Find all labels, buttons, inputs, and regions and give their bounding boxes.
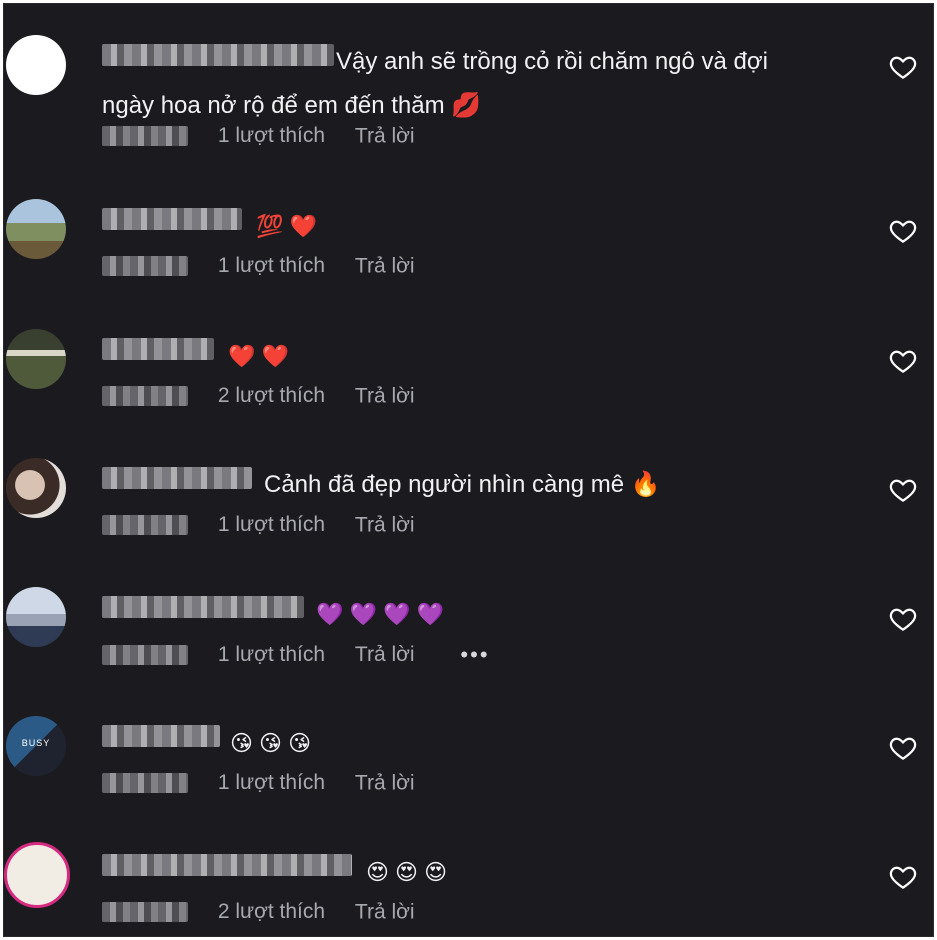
comments-panel: Vậy anh sẽ trồng cỏ rồi chăm ngô và đợi … xyxy=(3,3,934,937)
comment-emojis: ❤️ ❤️ xyxy=(228,343,289,369)
comment-meta: 2 lượt thích Trả lời xyxy=(102,900,415,926)
comment-text-line2: ngày hoa nở rộ để em đến thăm 💋 xyxy=(102,84,832,128)
username-blurred[interactable] xyxy=(102,44,334,66)
heart-icon[interactable] xyxy=(888,733,918,763)
heart-icon[interactable] xyxy=(888,862,918,892)
time-blurred xyxy=(102,515,188,536)
comment-emojis: 💜 💜 💜 💜 xyxy=(316,601,444,627)
username-blurred[interactable] xyxy=(102,596,304,618)
comment-meta: 1 lượt thích Trả lời xyxy=(102,124,415,150)
comment-item: BUSY 😘 😘 😘 1 lượt thích Trả lời xyxy=(4,685,933,813)
comment-item: 😍 😍 😍 2 lượt thích Trả lời xyxy=(4,814,933,936)
likes-count[interactable]: 1 lượt thích xyxy=(218,254,325,277)
reply-button[interactable]: Trả lời xyxy=(355,643,415,666)
username-blurred[interactable] xyxy=(102,208,242,230)
comment-item: Cảnh đã đẹp người nhìn càng mê 🔥 1 lượt … xyxy=(4,427,933,555)
avatar[interactable] xyxy=(6,199,66,259)
username-blurred[interactable] xyxy=(102,725,220,747)
comment-emojis: 😍 😍 😍 xyxy=(366,859,448,885)
likes-count[interactable]: 1 lượt thích xyxy=(218,643,325,666)
likes-count[interactable]: 2 lượt thích xyxy=(218,384,325,407)
reply-button[interactable]: Trả lời xyxy=(355,254,415,277)
comment-text-line1: Vậy anh sẽ trồng cỏ rồi chăm ngô và đợi xyxy=(336,48,768,75)
comment-item: Vậy anh sẽ trồng cỏ rồi chăm ngô và đợi … xyxy=(4,4,933,147)
username-blurred[interactable] xyxy=(102,467,252,489)
avatar[interactable] xyxy=(6,458,66,518)
avatar[interactable]: BUSY xyxy=(6,716,66,776)
heart-icon[interactable] xyxy=(888,216,918,246)
comment-text: 😍 😍 😍 xyxy=(366,850,933,895)
avatar[interactable] xyxy=(6,329,66,389)
comment-text: Vậy anh sẽ trồng cỏ rồi chăm ngô và đợi xyxy=(336,40,933,84)
heart-icon[interactable] xyxy=(888,604,918,634)
comment-item: 💯 ❤️ 1 lượt thích Trả lời xyxy=(4,168,933,296)
comment-text-line1: Cảnh đã đẹp người nhìn càng mê 🔥 xyxy=(264,471,661,498)
comment-emojis: 😘 😘 😘 xyxy=(230,730,312,756)
comment-item: 💜 💜 💜 💜 1 lượt thích Trả lời ••• xyxy=(4,556,933,684)
heart-icon[interactable] xyxy=(888,475,918,505)
reply-button[interactable]: Trả lời xyxy=(355,384,415,407)
comment-meta: 1 lượt thích Trả lời xyxy=(102,771,415,797)
comment-text: ❤️ ❤️ xyxy=(228,334,933,379)
comment-meta: 1 lượt thích Trả lời ••• xyxy=(102,642,490,668)
time-blurred xyxy=(102,902,188,923)
comment-meta: 1 lượt thích Trả lời xyxy=(102,513,415,539)
time-blurred xyxy=(102,386,188,407)
comment-item: ❤️ ❤️ 2 lượt thích Trả lời xyxy=(4,298,933,426)
more-options-icon[interactable]: ••• xyxy=(460,642,489,667)
heart-icon[interactable] xyxy=(888,52,918,82)
comment-text: 💯 ❤️ xyxy=(256,204,933,249)
reply-button[interactable]: Trả lời xyxy=(355,771,415,794)
time-blurred xyxy=(102,645,188,665)
avatar-label: BUSY xyxy=(21,738,51,748)
comment-text: 😘 😘 😘 xyxy=(230,721,933,766)
username-blurred[interactable] xyxy=(102,338,214,360)
time-blurred xyxy=(102,256,188,277)
likes-count[interactable]: 1 lượt thích xyxy=(218,124,325,147)
likes-count[interactable]: 2 lượt thích xyxy=(218,900,325,923)
time-blurred xyxy=(102,773,188,794)
comment-emojis: 💯 ❤️ xyxy=(256,213,317,239)
reply-button[interactable]: Trả lời xyxy=(355,124,415,147)
comment-text: Cảnh đã đẹp người nhìn càng mê 🔥 xyxy=(264,463,933,507)
heart-icon[interactable] xyxy=(888,346,918,376)
likes-count[interactable]: 1 lượt thích xyxy=(218,513,325,536)
comment-text-line2-span: ngày hoa nở rộ để em đến thăm 💋 xyxy=(102,92,482,119)
avatar[interactable] xyxy=(6,587,66,647)
username-blurred[interactable] xyxy=(102,854,352,876)
avatar[interactable] xyxy=(6,35,66,95)
comment-meta: 2 lượt thích Trả lời xyxy=(102,384,415,410)
time-blurred xyxy=(102,126,188,147)
reply-button[interactable]: Trả lời xyxy=(355,900,415,923)
reply-button[interactable]: Trả lời xyxy=(355,513,415,536)
comment-text: 💜 💜 💜 💜 xyxy=(316,592,933,637)
comment-meta: 1 lượt thích Trả lời xyxy=(102,254,415,280)
avatar[interactable] xyxy=(4,842,70,908)
likes-count[interactable]: 1 lượt thích xyxy=(218,771,325,794)
